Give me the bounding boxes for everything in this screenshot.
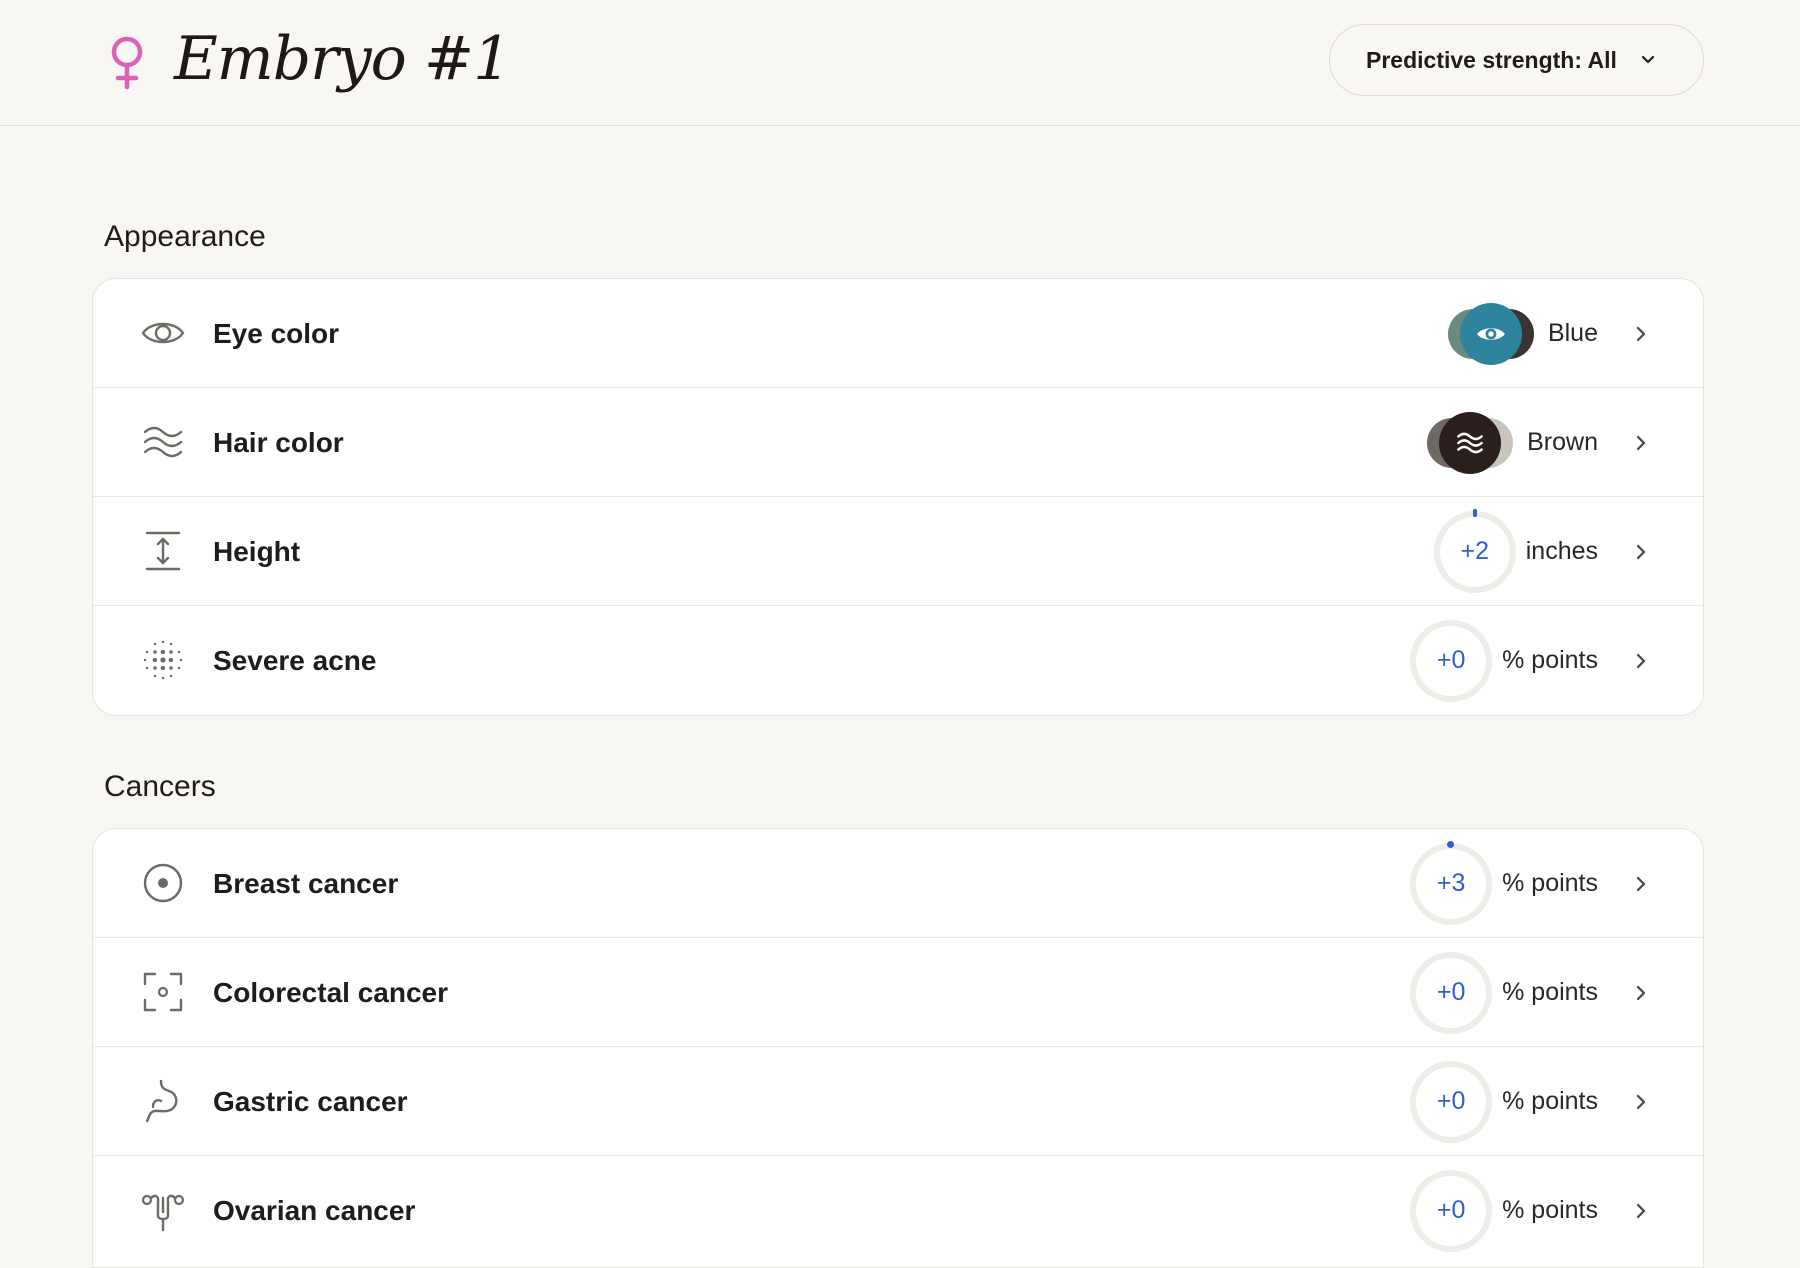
eye-icon	[141, 322, 185, 344]
trait-row-severe-acne[interactable]: Severe acne +0 % points	[93, 606, 1703, 715]
target-circle-icon	[143, 863, 183, 903]
delta-value: +3	[1436, 869, 1466, 897]
delta-badge: +0	[1416, 1066, 1487, 1137]
trait-row-height[interactable]: Height +2 inches	[93, 497, 1703, 606]
height-arrows-icon	[145, 531, 181, 571]
delta-value: +0	[1436, 1196, 1466, 1224]
delta-badge: +0	[1416, 1175, 1487, 1246]
focus-frame-icon	[143, 972, 183, 1012]
delta-badge: +0	[1416, 957, 1487, 1028]
eye-icon	[1477, 327, 1505, 340]
chevron-right-icon	[1636, 544, 1646, 559]
chevron-right-icon	[1636, 1094, 1646, 1109]
trait-value: Blue	[1547, 319, 1598, 347]
uterus-icon	[141, 1194, 185, 1232]
page-title: Embryo #1	[174, 24, 511, 94]
trait-label: Eye color	[213, 318, 340, 349]
stomach-icon	[145, 1079, 178, 1123]
chevron-right-icon	[1636, 435, 1646, 450]
delta-value: +0	[1436, 1087, 1466, 1115]
trait-value: Brown	[1527, 428, 1598, 456]
appearance-card: Eye color Blue Hair color Brown Height +…	[92, 278, 1704, 716]
trait-unit: % points	[1502, 869, 1598, 897]
waves-icon	[1457, 432, 1483, 453]
trait-row-hair-color[interactable]: Hair color Brown	[93, 388, 1703, 497]
eye-color-swatch	[1447, 301, 1534, 367]
delta-value: +0	[1436, 978, 1466, 1006]
section-title-appearance: Appearance	[104, 220, 266, 253]
delta-indicator-dot	[1447, 840, 1455, 848]
trait-unit: % points	[1502, 1087, 1598, 1115]
trait-row-colorectal-cancer[interactable]: Colorectal cancer +0 % points	[93, 938, 1703, 1047]
chevron-right-icon	[1636, 1203, 1646, 1218]
trait-unit: % points	[1502, 978, 1598, 1006]
delta-value: +2	[1460, 537, 1489, 565]
trait-unit: inches	[1525, 537, 1598, 565]
trait-row-breast-cancer[interactable]: Breast cancer +3 % points	[93, 829, 1703, 938]
delta-badge: +2	[1439, 508, 1510, 587]
trait-row-gastric-cancer[interactable]: Gastric cancer +0 % points	[93, 1047, 1703, 1156]
trait-label: Severe acne	[213, 645, 377, 676]
predictive-strength-label: Predictive strength: All	[1366, 46, 1617, 73]
delta-badge: +0	[1416, 625, 1487, 696]
trait-label: Ovarian cancer	[213, 1195, 416, 1226]
trait-label: Hair color	[213, 427, 344, 458]
waves-icon	[143, 426, 183, 458]
trait-unit: % points	[1502, 646, 1598, 674]
trait-label: Height	[213, 536, 301, 567]
chevron-down-icon	[1641, 55, 1655, 64]
page-header: Embryo #1 Predictive strength: All	[0, 0, 1800, 126]
chevron-right-icon	[1636, 653, 1646, 668]
trait-label: Breast cancer	[213, 868, 399, 899]
female-symbol-icon	[111, 36, 143, 90]
chevron-right-icon	[1636, 326, 1646, 341]
trait-row-eye-color[interactable]: Eye color Blue	[93, 279, 1703, 388]
cancers-card: Breast cancer +3 % points Colorectal can…	[92, 828, 1704, 1268]
trait-label: Colorectal cancer	[213, 977, 448, 1008]
predictive-strength-dropdown[interactable]: Predictive strength: All	[1329, 24, 1704, 96]
delta-badge: +3	[1416, 840, 1487, 919]
trait-unit: % points	[1502, 1196, 1598, 1224]
trait-row-ovarian-cancer[interactable]: Ovarian cancer +0 % points	[93, 1156, 1703, 1265]
chevron-right-icon	[1636, 876, 1646, 891]
chevron-right-icon	[1636, 985, 1646, 1000]
trait-label: Gastric cancer	[213, 1086, 408, 1117]
hair-color-swatch	[1427, 410, 1514, 476]
delta-indicator-tick	[1472, 508, 1477, 517]
dotted-grid-icon	[143, 640, 183, 680]
delta-value: +0	[1436, 646, 1466, 674]
section-title-cancers: Cancers	[104, 770, 216, 803]
